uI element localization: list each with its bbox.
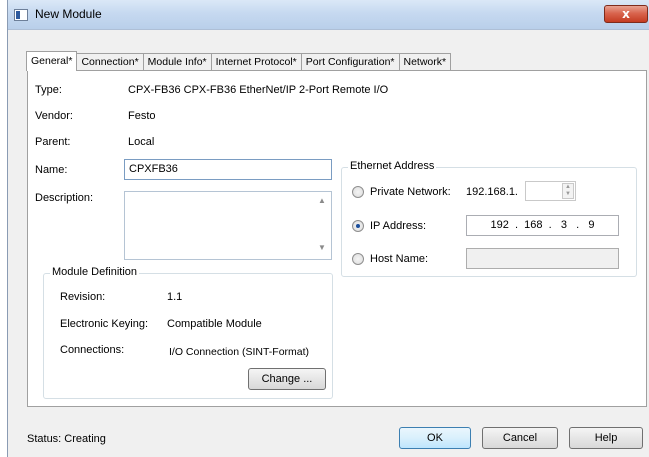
window-title: New Module xyxy=(35,7,102,21)
name-input[interactable]: CPXFB36 xyxy=(124,159,332,180)
tab-network[interactable]: Network* xyxy=(398,53,452,71)
module-definition-title: Module Definition xyxy=(50,266,139,278)
tab-module-info[interactable]: Module Info* xyxy=(142,53,212,71)
type-label: Type: xyxy=(35,84,62,96)
electronic-keying-label: Electronic Keying: xyxy=(60,318,149,330)
change-button[interactable]: Change ... xyxy=(248,368,326,390)
vendor-label: Vendor: xyxy=(35,110,73,122)
tab-connection[interactable]: Connection* xyxy=(76,53,144,71)
status-text: Status: Creating xyxy=(27,433,106,445)
scroll-up-icon[interactable]: ▲ xyxy=(318,196,326,205)
name-label: Name: xyxy=(35,164,68,176)
vendor-value: Festo xyxy=(128,110,156,122)
tab-port-configuration[interactable]: Port Configuration* xyxy=(300,53,400,71)
private-network-radio[interactable] xyxy=(352,186,364,198)
tab-strip: General* Connection* Module Info* Intern… xyxy=(26,51,452,71)
ip-address-input[interactable]: 192 . 168 . 3 . 9 xyxy=(466,215,619,236)
private-network-prefix: 192.168.1. xyxy=(466,186,518,198)
help-button[interactable]: Help xyxy=(569,427,643,449)
connections-value: I/O Connection (SINT-Format) xyxy=(169,346,310,358)
private-network-spinner[interactable]: ▲ ▼ xyxy=(525,181,576,201)
cancel-button[interactable]: Cancel xyxy=(482,427,558,449)
window-icon xyxy=(14,9,28,21)
title-bar[interactable]: New Module x xyxy=(8,0,649,30)
revision-value: 1.1 xyxy=(167,291,183,303)
electronic-keying-value: Compatible Module xyxy=(167,318,262,330)
description-input[interactable]: ▲ ▼ xyxy=(124,191,332,260)
parent-label: Parent: xyxy=(35,136,71,148)
spinner-arrows-icon[interactable]: ▲ ▼ xyxy=(562,183,574,199)
host-name-label: Host Name: xyxy=(370,253,429,265)
general-tab-panel: Type: CPX-FB36 CPX-FB36 EtherNet/IP 2-Po… xyxy=(27,70,647,407)
ethernet-address-title: Ethernet Address xyxy=(348,160,437,172)
close-button[interactable]: x xyxy=(604,5,648,23)
new-module-dialog: New Module x General* Connection* Module… xyxy=(7,0,649,457)
scroll-down-icon[interactable]: ▼ xyxy=(318,243,326,252)
tab-general[interactable]: General* xyxy=(26,51,78,71)
private-network-label: Private Network: xyxy=(370,186,451,198)
host-name-input[interactable] xyxy=(466,248,619,269)
ip-address-radio[interactable] xyxy=(352,220,364,232)
connections-label: Connections: xyxy=(60,344,125,356)
tab-internet-protocol[interactable]: Internet Protocol* xyxy=(210,53,302,71)
module-definition-group: Module Definition Revision: 1.1 Electron… xyxy=(43,266,333,399)
ip-address-label: IP Address: xyxy=(370,220,427,232)
host-name-radio[interactable] xyxy=(352,253,364,265)
ok-button[interactable]: OK xyxy=(399,427,471,449)
type-value: CPX-FB36 CPX-FB36 EtherNet/IP 2-Port Rem… xyxy=(128,84,389,96)
ethernet-address-group: Ethernet Address Private Network: 192.16… xyxy=(341,160,637,277)
revision-label: Revision: xyxy=(60,291,106,303)
description-label: Description: xyxy=(35,192,94,204)
parent-value: Local xyxy=(128,136,155,148)
